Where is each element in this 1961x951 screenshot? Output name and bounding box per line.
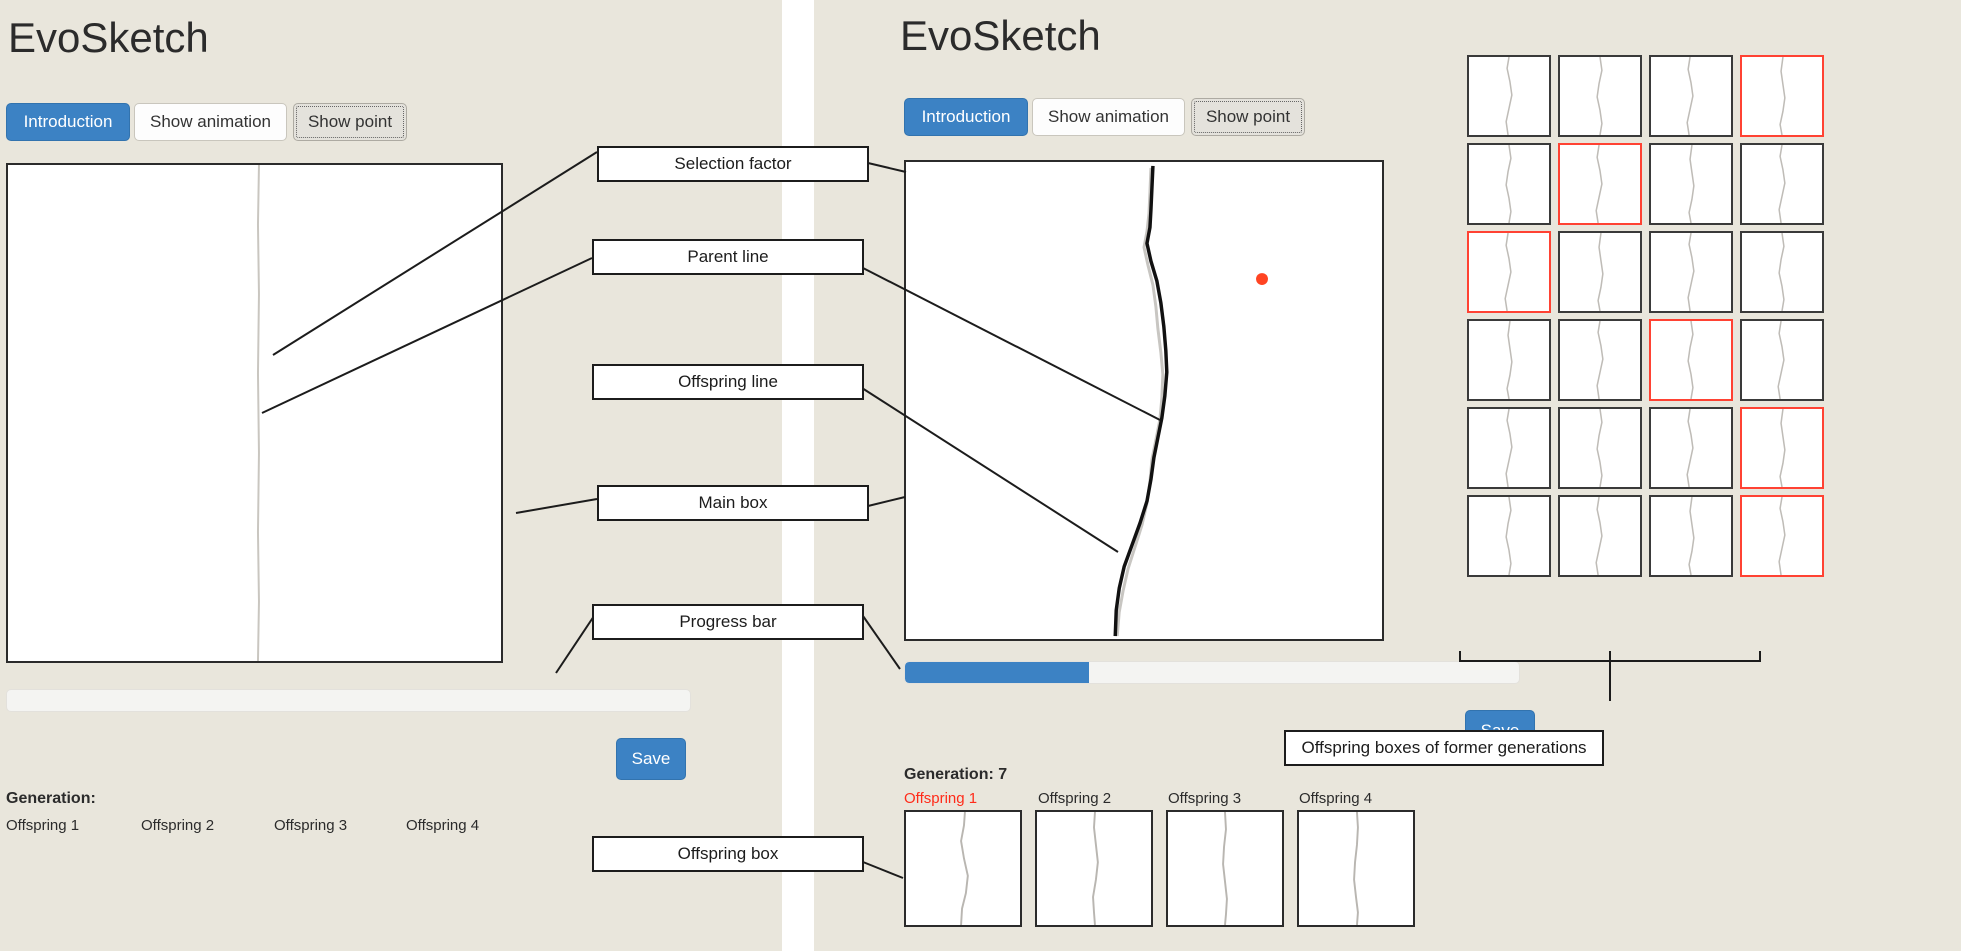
- show-animation-button-right[interactable]: Show animation: [1032, 98, 1185, 136]
- history-thumb-sketch: [1596, 57, 1603, 135]
- history-grid-caption: Offspring boxes of former generations: [1284, 730, 1604, 766]
- history-thumb-sketch: [1779, 57, 1786, 135]
- history-thumb-r1-c3[interactable]: [1649, 55, 1733, 137]
- callout-parent-line: Parent line: [592, 239, 864, 275]
- main-sketch-box-right[interactable]: [904, 160, 1384, 641]
- generation-label-right: Generation: 7: [904, 766, 1008, 783]
- history-thumb-r6-c2[interactable]: [1558, 495, 1642, 577]
- history-thumb-sketch: [1778, 145, 1786, 223]
- history-thumb-r3-c1[interactable]: [1467, 231, 1551, 313]
- history-thumb-r5-c4[interactable]: [1740, 407, 1824, 489]
- page-title-right: EvoSketch: [900, 12, 1101, 59]
- offspring-label-1-left[interactable]: Offspring 1: [6, 817, 79, 834]
- show-point-button-left[interactable]: Show point: [293, 103, 407, 141]
- history-thumb-sketch: [1779, 409, 1786, 487]
- offspring-label-1-right[interactable]: Offspring 1: [904, 790, 977, 807]
- offspring-box-2[interactable]: [1035, 810, 1153, 927]
- history-thumb-r1-c1[interactable]: [1467, 55, 1551, 137]
- history-thumb-r4-c3[interactable]: [1649, 319, 1733, 401]
- selection-factor-point-right[interactable]: [1256, 273, 1268, 285]
- offspring-label-2-right[interactable]: Offspring 2: [1038, 790, 1111, 807]
- history-thumb-r4-c1[interactable]: [1467, 319, 1551, 401]
- offspring-box-4[interactable]: [1297, 810, 1415, 927]
- offspring-box-1-sketch: [960, 812, 969, 925]
- offspring-box-3[interactable]: [1166, 810, 1284, 927]
- history-thumb-sketch: [1506, 321, 1513, 399]
- history-thumb-sketch: [1688, 145, 1695, 223]
- history-thumb-r2-c3[interactable]: [1649, 143, 1733, 225]
- panel-divider: [782, 0, 814, 951]
- progress-bar-left: [6, 689, 691, 712]
- page-title-left: EvoSketch: [8, 14, 209, 61]
- history-thumb-sketch: [1686, 57, 1694, 135]
- history-thumb-r5-c1[interactable]: [1467, 407, 1551, 489]
- history-thumb-r2-c4[interactable]: [1740, 143, 1824, 225]
- history-thumb-sketch: [1595, 497, 1603, 575]
- history-thumb-r6-c4[interactable]: [1740, 495, 1824, 577]
- callout-offspring-box: Offspring box: [592, 836, 864, 872]
- history-thumb-r6-c1[interactable]: [1467, 495, 1551, 577]
- history-thumb-sketch: [1688, 497, 1695, 575]
- offspring-line-path-right: [1113, 165, 1169, 637]
- history-thumb-sketch: [1596, 321, 1604, 399]
- history-thumb-sketch: [1505, 409, 1513, 487]
- main-sketch-box-left[interactable]: [6, 163, 503, 663]
- history-thumb-r1-c2[interactable]: [1558, 55, 1642, 137]
- history-thumb-r6-c3[interactable]: [1649, 495, 1733, 577]
- show-animation-button-left[interactable]: Show animation: [134, 103, 287, 141]
- history-thumb-sketch: [1778, 233, 1785, 311]
- left-sketch-canvas: [256, 165, 260, 661]
- show-point-button-right[interactable]: Show point: [1191, 98, 1305, 136]
- parent-line-path-left: [256, 165, 260, 661]
- callout-main-box: Main box: [597, 485, 869, 521]
- offspring-box-1[interactable]: [904, 810, 1022, 927]
- history-thumb-sketch: [1505, 145, 1512, 223]
- offspring-label-3-right[interactable]: Offspring 3: [1168, 790, 1241, 807]
- history-thumb-r3-c2[interactable]: [1558, 231, 1642, 313]
- history-thumb-r4-c4[interactable]: [1740, 319, 1824, 401]
- offspring-label-4-left[interactable]: Offspring 4: [406, 817, 479, 834]
- history-thumb-sketch: [1505, 57, 1513, 135]
- history-thumb-sketch: [1686, 409, 1694, 487]
- history-thumb-r4-c2[interactable]: [1558, 319, 1642, 401]
- callout-offspring-line: Offspring line: [592, 364, 864, 400]
- history-thumb-r2-c1[interactable]: [1467, 143, 1551, 225]
- history-thumb-sketch: [1596, 409, 1603, 487]
- history-thumb-sketch: [1597, 233, 1604, 311]
- callout-selection-factor: Selection factor: [597, 146, 869, 182]
- history-thumb-sketch: [1687, 233, 1695, 311]
- callout-progress-bar: Progress bar: [592, 604, 864, 640]
- offspring-label-4-right[interactable]: Offspring 4: [1299, 790, 1372, 807]
- right-sketch-canvas: [1113, 165, 1268, 637]
- history-thumb-sketch: [1687, 321, 1694, 399]
- offspring-label-3-left[interactable]: Offspring 3: [274, 817, 347, 834]
- progress-bar-right: [904, 661, 1520, 684]
- introduction-button-left[interactable]: Introduction: [6, 103, 130, 141]
- offspring-box-4-sketch: [1353, 812, 1359, 925]
- offspring-box-2-sketch: [1092, 812, 1099, 925]
- right-panel-active-state: EvoSketch Introduction Show animation Sh…: [814, 0, 1961, 951]
- history-thumb-r3-c4[interactable]: [1740, 231, 1824, 313]
- offspring-box-3-sketch: [1222, 812, 1228, 925]
- progress-bar-fill-right: [905, 662, 1090, 683]
- history-thumb-sketch: [1777, 321, 1785, 399]
- history-thumb-sketch: [1778, 497, 1786, 575]
- history-thumb-r3-c3[interactable]: [1649, 231, 1733, 313]
- save-button-left[interactable]: Save: [616, 738, 686, 780]
- history-thumb-sketch: [1504, 233, 1512, 311]
- history-thumb-sketch: [1595, 145, 1603, 223]
- history-thumb-r5-c3[interactable]: [1649, 407, 1733, 489]
- history-thumb-r1-c4[interactable]: [1740, 55, 1824, 137]
- offspring-label-2-left[interactable]: Offspring 2: [141, 817, 214, 834]
- history-thumb-r5-c2[interactable]: [1558, 407, 1642, 489]
- history-thumb-r2-c2[interactable]: [1558, 143, 1642, 225]
- left-panel-initial-state: EvoSketch Introduction Show animation Sh…: [0, 0, 782, 951]
- generation-label-left: Generation:: [6, 790, 96, 807]
- history-thumb-sketch: [1505, 497, 1512, 575]
- introduction-button-right[interactable]: Introduction: [904, 98, 1028, 136]
